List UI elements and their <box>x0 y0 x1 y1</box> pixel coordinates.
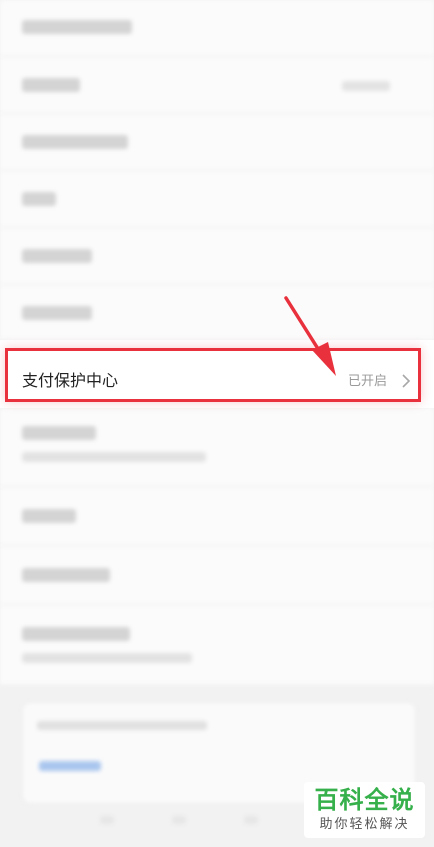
blurred-row <box>0 605 434 686</box>
blurred-row <box>0 57 434 114</box>
blurred-row <box>0 0 434 57</box>
blurred-row <box>0 171 434 228</box>
blurred-row <box>0 228 434 285</box>
highlight-box <box>5 348 421 402</box>
blurred-settings-list <box>0 0 434 847</box>
settings-screen: 支付保护中心 已开启 百科全说 助你轻松解决 <box>0 0 434 847</box>
blurred-row <box>0 285 434 341</box>
blurred-row <box>0 487 434 546</box>
watermark-subtitle: 助你轻松解决 <box>319 817 410 832</box>
watermark-badge: 百科全说 助你轻松解决 <box>304 782 425 838</box>
blurred-row <box>0 408 434 487</box>
blurred-row <box>0 114 434 171</box>
blurred-row <box>0 546 434 605</box>
annotation-arrow-icon <box>284 296 336 376</box>
watermark-title: 百科全说 <box>314 786 415 814</box>
